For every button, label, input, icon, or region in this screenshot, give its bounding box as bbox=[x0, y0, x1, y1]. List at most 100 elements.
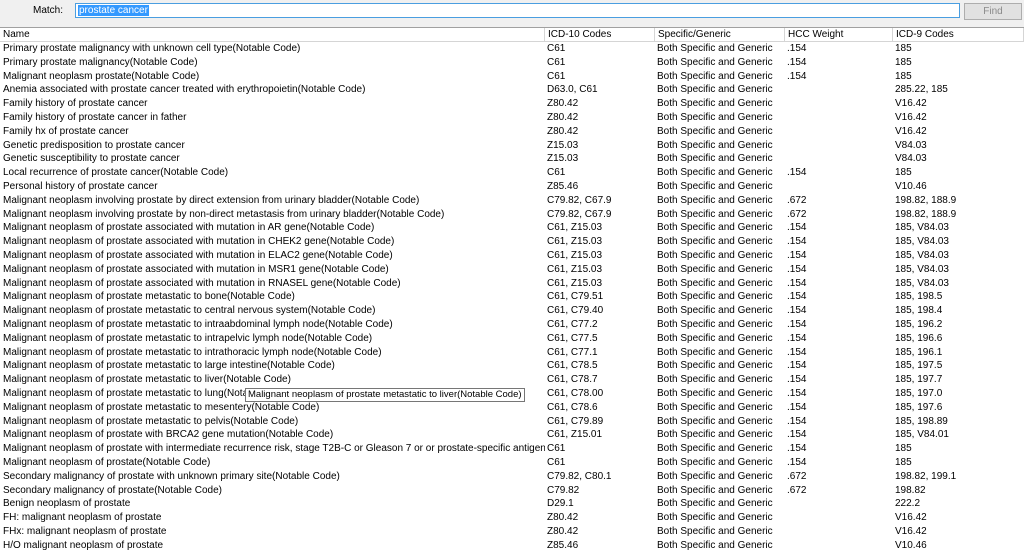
table-row[interactable]: Genetic predisposition to prostate cance… bbox=[0, 139, 1024, 153]
cell-name: Malignant neoplasm of prostate metastati… bbox=[3, 318, 393, 330]
cell-hcc-weight: .154 bbox=[787, 222, 807, 234]
cell-icd9: 185, 197.5 bbox=[895, 360, 943, 372]
cell-hcc-weight bbox=[785, 511, 893, 525]
table-row[interactable]: Malignant neoplasm of prostate metastati… bbox=[0, 359, 1024, 373]
table-row[interactable]: Malignant neoplasm of prostate(Notable C… bbox=[0, 456, 1024, 470]
cell-specific-generic: Both Specific and Generic bbox=[657, 429, 773, 441]
cell-hcc-weight: .154 bbox=[787, 346, 807, 358]
table-row[interactable]: Malignant neoplasm of prostate metastati… bbox=[0, 415, 1024, 429]
table-row[interactable]: Benign neoplasm of prostate D29.1 Both Spe… bbox=[0, 497, 1024, 511]
cell-hcc-weight bbox=[785, 497, 893, 511]
cell-specific-generic: Both Specific and Generic bbox=[657, 470, 773, 482]
column-header-name[interactable]: Name bbox=[0, 28, 545, 41]
cell-specific-generic: Both Specific and Generic bbox=[657, 277, 773, 289]
table-row[interactable]: Malignant neoplasm of prostate metastati… bbox=[0, 346, 1024, 360]
cell-specific-generic: Both Specific and Generic bbox=[657, 194, 773, 206]
table-row[interactable]: Malignant neoplasm of prostate with inte… bbox=[0, 442, 1024, 456]
cell-icd9: V16.42 bbox=[895, 125, 927, 137]
table-row[interactable]: Secondary malignancy of prostate with un… bbox=[0, 470, 1024, 484]
table-row[interactable]: Malignant neoplasm of prostate metastati… bbox=[0, 332, 1024, 346]
table-row[interactable]: Family history of prostate cancer in fat… bbox=[0, 111, 1024, 125]
cell-specific-generic: Both Specific and Generic bbox=[657, 180, 773, 192]
cell-icd9: 185, 198.89 bbox=[895, 415, 948, 427]
cell-name: Malignant neoplasm of prostate with BRCA… bbox=[3, 429, 334, 441]
cell-icd9: 185, 197.0 bbox=[895, 387, 943, 399]
table-row[interactable]: Malignant neoplasm of prostate associate… bbox=[0, 249, 1024, 263]
column-header-icd10[interactable]: ICD-10 Codes bbox=[545, 28, 655, 41]
column-header-specific-generic[interactable]: Specific/Generic bbox=[655, 28, 785, 41]
table-row[interactable]: Malignant neoplasm involving prostate by… bbox=[0, 208, 1024, 222]
table-row[interactable]: Malignant neoplasm of prostate metastati… bbox=[0, 373, 1024, 387]
table-row[interactable]: Malignant neoplasm prostate(Notable Code… bbox=[0, 70, 1024, 84]
cell-hcc-weight: .672 bbox=[787, 484, 807, 496]
cell-specific-generic: Both Specific and Generic bbox=[657, 56, 773, 68]
table-row[interactable]: Personal history of prostate cancer Z85.4… bbox=[0, 180, 1024, 194]
cell-hcc-weight: .154 bbox=[787, 291, 807, 303]
cell-name: Malignant neoplasm of prostate metastati… bbox=[3, 305, 376, 317]
cell-specific-generic: Both Specific and Generic bbox=[657, 98, 773, 110]
cell-specific-generic: Both Specific and Generic bbox=[657, 84, 773, 96]
cell-icd10: Z80.42 bbox=[547, 125, 579, 137]
cell-icd10: D63.0, C61 bbox=[547, 84, 598, 96]
cell-name: Malignant neoplasm of prostate associate… bbox=[3, 236, 395, 248]
cell-name: Malignant neoplasm of prostate with inte… bbox=[3, 443, 545, 455]
table-row[interactable]: Malignant neoplasm involving prostate by… bbox=[0, 194, 1024, 208]
cell-icd10: C61, C77.1 bbox=[547, 346, 598, 358]
search-input[interactable]: prostate cancer bbox=[75, 3, 960, 18]
table-row[interactable]: Family history of prostate cancer Z80.42 B… bbox=[0, 97, 1024, 111]
find-button[interactable]: Find bbox=[964, 3, 1022, 20]
cell-hcc-weight: .154 bbox=[787, 387, 807, 399]
cell-icd10: C61 bbox=[547, 167, 566, 179]
table-row[interactable]: Local recurrence of prostate cancer(Nota… bbox=[0, 166, 1024, 180]
table-row[interactable]: FHx: malignant neoplasm of prostate Z80.4… bbox=[0, 525, 1024, 539]
cell-icd10: Z80.42 bbox=[547, 525, 579, 537]
cell-name: Malignant neoplasm of prostate associate… bbox=[3, 222, 375, 234]
cell-name: Primary prostate malignancy with unknown… bbox=[3, 43, 301, 54]
column-header-hcc-weight[interactable]: HCC Weight bbox=[785, 28, 893, 41]
table-row[interactable]: Malignant neoplasm of prostate associate… bbox=[0, 235, 1024, 249]
table-row[interactable]: Malignant neoplasm of prostate associate… bbox=[0, 263, 1024, 277]
table-row[interactable]: Genetic susceptibility to prostate cance… bbox=[0, 152, 1024, 166]
table-row[interactable]: Malignant neoplasm of prostate associate… bbox=[0, 221, 1024, 235]
cell-icd9: 185 bbox=[895, 167, 912, 179]
table-row[interactable]: Anemia associated with prostate cancer t… bbox=[0, 83, 1024, 97]
table-row[interactable]: Family hx of prostate cancer Z80.42 Both S… bbox=[0, 125, 1024, 139]
cell-name: Genetic predisposition to prostate cance… bbox=[3, 139, 185, 151]
table-row[interactable]: Malignant neoplasm of prostate metastati… bbox=[0, 290, 1024, 304]
tooltip: Malignant neoplasm of prostate metastati… bbox=[245, 388, 525, 402]
cell-icd9: 185, V84.03 bbox=[895, 277, 949, 289]
cell-specific-generic: Both Specific and Generic bbox=[657, 139, 773, 151]
cell-icd10: Z15.03 bbox=[547, 139, 579, 151]
table-row[interactable]: Malignant neoplasm of prostate metastati… bbox=[0, 304, 1024, 318]
cell-name: Malignant neoplasm involving prostate by… bbox=[3, 194, 420, 206]
cell-hcc-weight: .154 bbox=[787, 43, 807, 54]
cell-icd9: V16.42 bbox=[895, 98, 927, 110]
cell-icd10: Z80.42 bbox=[547, 98, 579, 110]
cell-name: Secondary malignancy of prostate(Notable… bbox=[3, 484, 223, 496]
cell-icd10: C61, C78.5 bbox=[547, 360, 598, 372]
table-row[interactable]: Malignant neoplasm of prostate with BRCA… bbox=[0, 428, 1024, 442]
cell-name: Benign neoplasm of prostate bbox=[3, 498, 131, 510]
table-row[interactable]: Malignant neoplasm of prostate metastati… bbox=[0, 318, 1024, 332]
cell-specific-generic: Both Specific and Generic bbox=[657, 305, 773, 317]
cell-icd9: V84.03 bbox=[895, 139, 927, 151]
table-row[interactable]: Malignant neoplasm of prostate metastati… bbox=[0, 401, 1024, 415]
cell-specific-generic: Both Specific and Generic bbox=[657, 346, 773, 358]
search-toolbar: Match: prostate cancer Find bbox=[0, 0, 1024, 24]
cell-specific-generic: Both Specific and Generic bbox=[657, 484, 773, 496]
table-row[interactable]: Malignant neoplasm of prostate associate… bbox=[0, 277, 1024, 291]
cell-hcc-weight: .154 bbox=[787, 318, 807, 330]
table-row[interactable]: H/O malignant neoplasm of prostate Z85.46… bbox=[0, 539, 1024, 553]
cell-icd9: 222.2 bbox=[895, 498, 921, 510]
table-row[interactable]: Primary prostate malignancy(Notable Code… bbox=[0, 56, 1024, 70]
table-row[interactable]: Secondary malignancy of prostate(Notable… bbox=[0, 484, 1024, 498]
cell-icd9: 198.82, 199.1 bbox=[895, 470, 957, 482]
cell-icd10: D29.1 bbox=[547, 498, 574, 510]
cell-name: FHx: malignant neoplasm of prostate bbox=[3, 525, 167, 537]
table-row[interactable]: FH: malignant neoplasm of prostate Z80.42… bbox=[0, 511, 1024, 525]
cell-icd9: 185, 196.1 bbox=[895, 346, 943, 358]
cell-icd9: V10.46 bbox=[895, 180, 927, 192]
column-header-icd9[interactable]: ICD-9 Codes bbox=[893, 28, 1024, 41]
table-row[interactable]: Primary prostate malignancy with unknown… bbox=[0, 42, 1024, 56]
cell-hcc-weight: .154 bbox=[787, 56, 807, 68]
